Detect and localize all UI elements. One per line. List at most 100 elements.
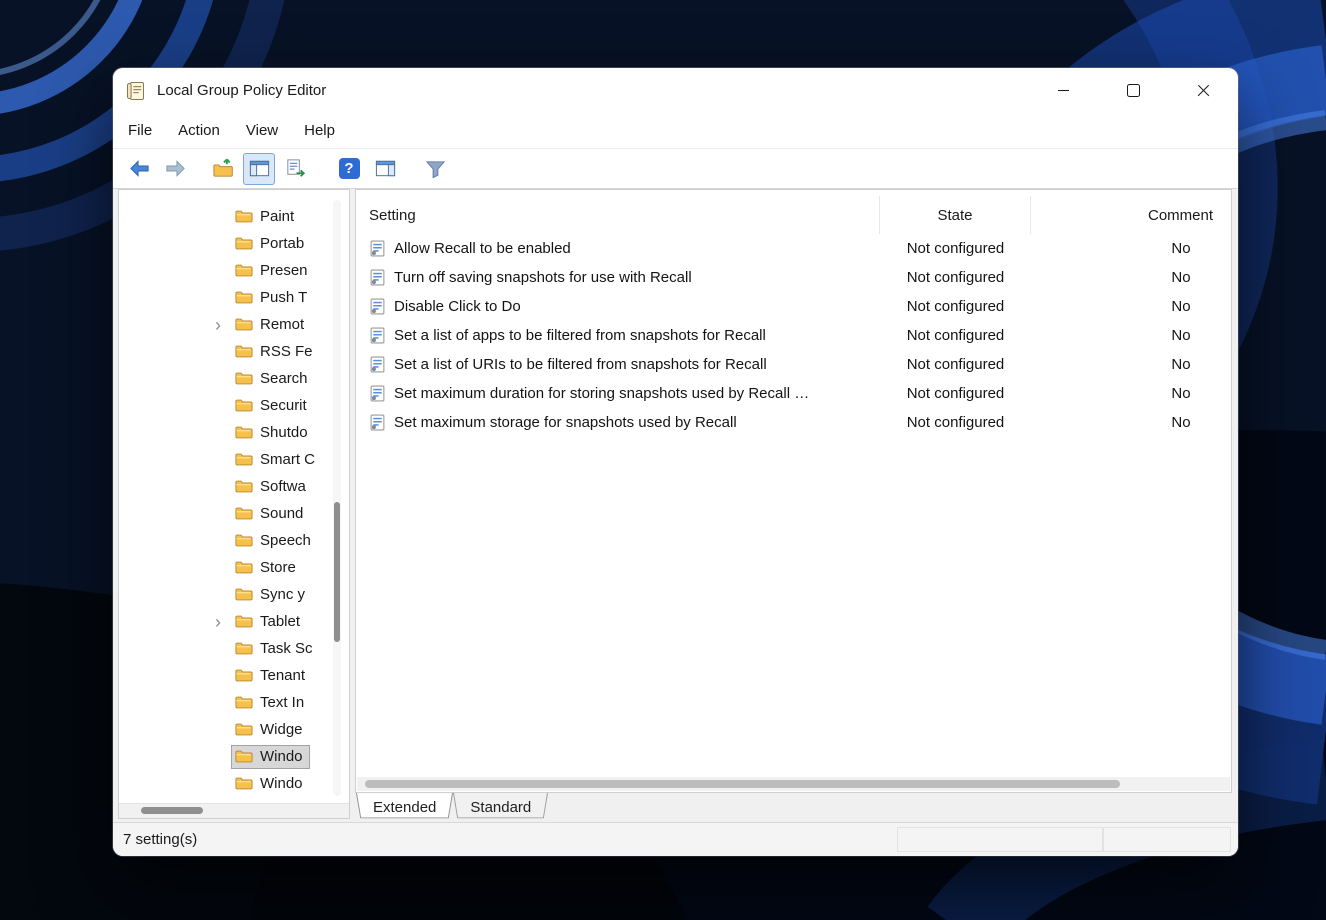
tree-item[interactable]: Push T bbox=[119, 284, 349, 311]
maximize-button[interactable] bbox=[1098, 68, 1168, 113]
policy-setting-icon bbox=[369, 327, 386, 344]
policy-comment: No bbox=[1031, 327, 1232, 344]
up-one-level-icon bbox=[212, 157, 235, 180]
policy-setting-icon bbox=[369, 356, 386, 373]
folder-icon bbox=[235, 371, 253, 386]
tree-item-label: Push T bbox=[260, 289, 307, 306]
help-icon bbox=[339, 158, 360, 179]
back-button[interactable] bbox=[123, 153, 155, 185]
menu-item[interactable]: View bbox=[233, 113, 291, 148]
tree-item[interactable]: Softwa bbox=[119, 473, 349, 500]
policy-setting-icon bbox=[369, 385, 386, 402]
tree-item[interactable]: Speech bbox=[119, 527, 349, 554]
tree-item[interactable]: Presen bbox=[119, 257, 349, 284]
show-action-pane-button[interactable] bbox=[369, 153, 401, 185]
show-console-tree-icon bbox=[248, 157, 271, 180]
filter-button[interactable] bbox=[419, 153, 451, 185]
tree-item[interactable]: Portab bbox=[119, 230, 349, 257]
column-header-comment[interactable]: Comment bbox=[1031, 196, 1232, 234]
folder-icon bbox=[235, 236, 253, 251]
folder-icon bbox=[235, 479, 253, 494]
column-header-setting[interactable]: Setting bbox=[356, 196, 880, 234]
minimize-icon bbox=[1058, 90, 1069, 91]
tree-vertical-scrollbar-thumb[interactable] bbox=[334, 502, 340, 642]
policy-setting-name: Set maximum duration for storing snapsho… bbox=[394, 385, 809, 402]
tree-item[interactable]: Windo bbox=[119, 770, 349, 797]
policy-setting-icon bbox=[369, 298, 386, 315]
tree-item[interactable]: Tenant bbox=[119, 662, 349, 689]
tree-horizontal-scrollbar[interactable] bbox=[119, 803, 349, 818]
tree-item-label: Windo bbox=[260, 775, 303, 792]
toolbar bbox=[113, 149, 1238, 189]
folder-icon bbox=[235, 209, 253, 224]
folder-icon bbox=[235, 776, 253, 791]
tree-item[interactable]: Shutdo bbox=[119, 419, 349, 446]
menu-item[interactable]: Action bbox=[165, 113, 233, 148]
minimize-button[interactable] bbox=[1028, 68, 1098, 113]
tree-item[interactable]: Sound bbox=[119, 500, 349, 527]
tree-item[interactable]: Paint bbox=[119, 203, 349, 230]
policy-state: Not configured bbox=[880, 414, 1031, 431]
status-text: 7 setting(s) bbox=[123, 831, 197, 848]
tree-item[interactable]: Sync y bbox=[119, 581, 349, 608]
tree-item[interactable]: Windo bbox=[119, 743, 349, 770]
list-horizontal-scrollbar[interactable] bbox=[357, 777, 1230, 791]
policy-setting-icon bbox=[369, 240, 386, 257]
tree-item[interactable]: Search bbox=[119, 365, 349, 392]
close-button[interactable] bbox=[1168, 68, 1238, 113]
chevron-right-icon[interactable] bbox=[215, 613, 232, 631]
show-console-tree-button[interactable] bbox=[243, 153, 275, 185]
policy-row[interactable]: Set maximum storage for snapshots used b… bbox=[356, 408, 1231, 437]
export-list-button[interactable] bbox=[279, 153, 311, 185]
policy-comment: No bbox=[1031, 414, 1232, 431]
tree-item-label: Remot bbox=[260, 316, 304, 333]
policy-row[interactable]: Set a list of URIs to be filtered from s… bbox=[356, 350, 1231, 379]
policy-state: Not configured bbox=[880, 327, 1031, 344]
tree-item[interactable]: Smart C bbox=[119, 446, 349, 473]
policy-row[interactable]: Set a list of apps to be filtered from s… bbox=[356, 321, 1231, 350]
tab[interactable]: Standard bbox=[453, 793, 548, 821]
tree-item[interactable]: Securit bbox=[119, 392, 349, 419]
status-pane bbox=[1103, 827, 1231, 852]
folder-icon bbox=[235, 344, 253, 359]
tree-item[interactable]: Store bbox=[119, 554, 349, 581]
tree-item[interactable]: Task Sc bbox=[119, 635, 349, 662]
policy-row[interactable]: Disable Click to Do Not configured No bbox=[356, 292, 1231, 321]
column-header-state[interactable]: State bbox=[880, 196, 1031, 234]
titlebar[interactable]: Local Group Policy Editor bbox=[113, 68, 1238, 113]
tree-item[interactable]: Text In bbox=[119, 689, 349, 716]
policy-setting-name: Turn off saving snapshots for use with R… bbox=[394, 269, 692, 286]
tab-label: Standard bbox=[470, 799, 531, 816]
help-button[interactable] bbox=[333, 153, 365, 185]
forward-button[interactable] bbox=[159, 153, 191, 185]
up-one-level-button[interactable] bbox=[207, 153, 239, 185]
policy-setting-icon bbox=[369, 269, 386, 286]
tree-item-label: RSS Fe bbox=[260, 343, 313, 360]
tree-horizontal-scrollbar-thumb[interactable] bbox=[141, 807, 203, 814]
folder-icon bbox=[235, 749, 253, 764]
menu-item[interactable]: Help bbox=[291, 113, 348, 148]
tree-item[interactable]: RSS Fe bbox=[119, 338, 349, 365]
folder-icon bbox=[235, 668, 253, 683]
tree-item[interactable]: Remot bbox=[119, 311, 349, 338]
policy-state: Not configured bbox=[880, 240, 1031, 257]
tree-item-label: Smart C bbox=[260, 451, 315, 468]
chevron-right-icon[interactable] bbox=[215, 316, 232, 334]
tab[interactable]: Extended bbox=[356, 793, 453, 821]
tree-item-label: Windo bbox=[260, 748, 303, 765]
list-horizontal-scrollbar-thumb[interactable] bbox=[365, 780, 1120, 788]
folder-icon bbox=[235, 425, 253, 440]
menu-item[interactable]: File bbox=[115, 113, 165, 148]
policy-state: Not configured bbox=[880, 269, 1031, 286]
policy-setting-name: Set a list of URIs to be filtered from s… bbox=[394, 356, 767, 373]
tree-item-label: Sync y bbox=[260, 586, 305, 603]
tree-item[interactable]: Widge bbox=[119, 716, 349, 743]
policy-setting-icon bbox=[369, 414, 386, 431]
tree-item[interactable]: Tablet bbox=[119, 608, 349, 635]
policy-row[interactable]: Allow Recall to be enabled Not configure… bbox=[356, 234, 1231, 263]
menu-bar: File Action View Help bbox=[113, 113, 1238, 149]
tree-vertical-scrollbar-track[interactable] bbox=[333, 200, 341, 796]
policy-row[interactable]: Set maximum duration for storing snapsho… bbox=[356, 379, 1231, 408]
policy-row[interactable]: Turn off saving snapshots for use with R… bbox=[356, 263, 1231, 292]
policy-setting-name: Set maximum storage for snapshots used b… bbox=[394, 414, 737, 431]
